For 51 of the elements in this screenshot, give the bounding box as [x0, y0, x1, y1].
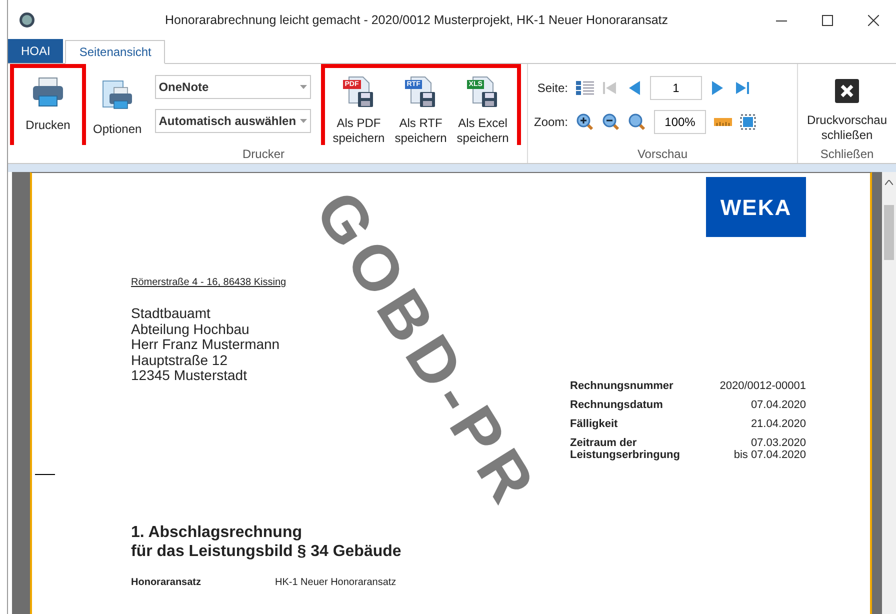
logo: WEKA	[706, 177, 806, 237]
search-icon[interactable]	[628, 113, 646, 131]
ribbon-tab[interactable]: HOAI	[8, 39, 64, 63]
info-value: 07.03.2020 bis 07.04.2020	[732, 437, 806, 463]
group-label: Vorschau	[636, 146, 689, 163]
info-label: Zeitraum der Leistungserbringung	[570, 437, 681, 463]
page-printer-icon	[100, 80, 134, 112]
window-title: Honorarabrechnung leicht gemacht - 2020/0012 Musterprojekt, HK-1 Neuer Honoraransatz	[164, 12, 670, 29]
zoom-label: Zoom:	[532, 114, 568, 131]
app-icon	[19, 12, 35, 28]
ribbon-tab[interactable]: Seitenansicht	[65, 40, 166, 64]
zoom-in-icon[interactable]	[576, 113, 594, 131]
address-line: 12345 Musterstadt	[131, 368, 248, 384]
address-line: Abteilung Hochbau	[131, 322, 250, 337]
scrollbar[interactable]	[882, 172, 896, 614]
info-label: Fälligkeit	[570, 418, 619, 432]
detail-value: HK-1 Neuer Honoraransatz	[275, 576, 396, 590]
zoom-field[interactable]: 100%	[654, 110, 706, 134]
close-icon	[835, 79, 859, 103]
group-label: Drucker	[241, 146, 286, 163]
dropdown[interactable]: OneNote	[154, 75, 311, 99]
caret-icon[interactable]	[300, 119, 307, 123]
address-line: Stadtbauamt	[131, 306, 212, 322]
info-value: 2020/0012-00001	[718, 380, 806, 394]
scroll-up-icon[interactable]	[885, 180, 893, 185]
info-value: 21.04.2020	[750, 418, 806, 432]
scrollbar-thumb[interactable]	[884, 205, 894, 260]
info-value: 07.04.2020	[750, 399, 806, 413]
detail-label: Honoraransatz	[131, 576, 202, 590]
close-icon[interactable]	[868, 14, 878, 26]
address-line: Herr Franz Mustermann	[131, 337, 280, 352]
options-button[interactable]: Optionen	[90, 67, 145, 142]
last-page-icon[interactable]	[734, 80, 750, 96]
fit-page-icon[interactable]	[740, 114, 756, 130]
page-label: Seite:	[536, 80, 568, 97]
ruler-icon[interactable]	[714, 117, 732, 127]
list-icon[interactable]	[576, 81, 594, 95]
document-heading: 1. Abschlagsrechnung für das Leistungsbild § 34 Gebäude	[131, 523, 402, 561]
sender-line: Römerstraße 4 - 16, 86438 Kissing	[131, 276, 288, 290]
info-label: Rechnungsdatum	[570, 399, 664, 413]
close-preview-button[interactable]: Druckvorschau schließen	[806, 67, 888, 143]
print-button[interactable]: Drucken	[10, 64, 86, 145]
printer-icon	[31, 76, 65, 108]
address-line: Hauptstraße 12	[131, 352, 228, 368]
dropdown[interactable]: Automatisch auswählen	[154, 109, 311, 133]
group-label: Schließen	[819, 146, 875, 163]
info-label: Rechnungsnummer	[570, 380, 674, 394]
maximize-icon[interactable]	[822, 14, 832, 26]
zoom-out-icon[interactable]	[602, 113, 620, 131]
caret-icon[interactable]	[300, 85, 307, 89]
page-number-field[interactable]: 1	[650, 76, 702, 100]
